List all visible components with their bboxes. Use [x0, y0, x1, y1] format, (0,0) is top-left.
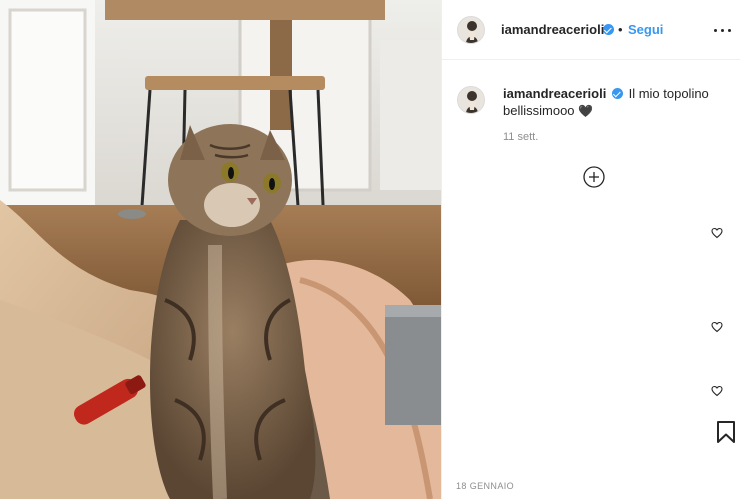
- verified-badge-icon: [603, 24, 614, 35]
- header-separator: •: [618, 22, 623, 37]
- caption-avatar-image: [458, 87, 484, 113]
- caption-verified-badge-icon: [611, 88, 623, 99]
- caption-text-line1: Il mio topolino: [628, 86, 709, 101]
- header-username[interactable]: iamandreacerioli: [501, 22, 604, 37]
- follow-button[interactable]: Segui: [628, 22, 663, 37]
- plus-circle-icon[interactable]: [583, 166, 605, 188]
- heart-icon[interactable]: [711, 320, 723, 333]
- caption-text-line2: bellissimooo: [503, 103, 575, 118]
- post-sidebar: iamandreacerioli • Segui iamandreaceriol…: [441, 0, 740, 499]
- post-header: iamandreacerioli • Segui: [442, 0, 740, 60]
- caption-username[interactable]: iamandreacerioli: [503, 86, 606, 101]
- bookmark-icon[interactable]: [715, 420, 737, 444]
- post-date[interactable]: 18 gennaio: [456, 481, 514, 491]
- heart-icon[interactable]: [711, 226, 723, 239]
- black-heart-emoji: 🖤: [578, 104, 594, 118]
- post-caption: iamandreacerioli Il mio topolino belliss…: [503, 85, 723, 120]
- post-photo[interactable]: [0, 0, 441, 499]
- caption-avatar[interactable]: [457, 86, 485, 114]
- comment-timestamp[interactable]: 11 sett.: [503, 131, 538, 143]
- heart-icon[interactable]: [711, 384, 723, 397]
- cat-photo-image: [0, 0, 441, 499]
- avatar[interactable]: [457, 16, 485, 44]
- more-options-icon[interactable]: [713, 20, 733, 40]
- avatar-image: [458, 17, 484, 43]
